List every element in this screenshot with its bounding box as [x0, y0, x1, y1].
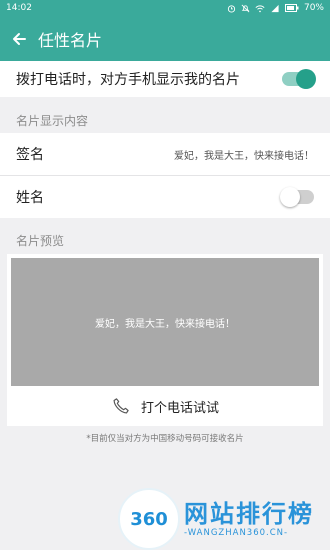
- watermark-title: 网站排行榜: [184, 500, 314, 528]
- watermark-url: -WANGZHAN360.CN-: [184, 528, 289, 538]
- alarm-icon: [227, 4, 236, 13]
- toggle-knob: [296, 69, 316, 89]
- name-label: 姓名: [16, 190, 44, 206]
- card-preview-text: 爱妃，我是大王，快来接电话！: [95, 318, 235, 330]
- battery-icon: [284, 4, 299, 12]
- signature-label: 签名: [16, 147, 44, 163]
- signal-icon: [271, 4, 279, 12]
- name-row[interactable]: 姓名: [0, 176, 330, 218]
- name-toggle[interactable]: [280, 187, 314, 207]
- footnote: *目前仅当对方为中国移动号码可接收名片: [86, 434, 244, 444]
- signature-value: 爱妃，我是大王，快来接电话！: [174, 150, 314, 162]
- silent-icon: [241, 4, 250, 12]
- status-icons: 70%: [227, 3, 324, 13]
- show-card-label: 拨打电话时，对方手机显示我的名片: [16, 72, 240, 88]
- back-button[interactable]: [0, 16, 38, 61]
- status-bar: 14:02 70%: [0, 0, 330, 16]
- page-title: 任性名片: [38, 30, 103, 50]
- wifi-icon: [255, 4, 265, 12]
- preview-section-header: 名片预览: [16, 234, 65, 248]
- show-card-toggle[interactable]: [282, 69, 316, 89]
- watermark-number: 360: [130, 508, 168, 530]
- battery-level: 70%: [303, 3, 324, 13]
- phone-icon: [113, 398, 129, 414]
- show-card-row[interactable]: 拨打电话时，对方手机显示我的名片: [0, 61, 330, 97]
- content-section-header: 名片显示内容: [16, 114, 89, 128]
- watermark-badge: 360: [118, 488, 180, 550]
- card-preview: 爱妃，我是大王，快来接电话！ 打个电话试试: [7, 254, 323, 426]
- call-test-label: 打个电话试试: [140, 400, 219, 416]
- watermark-logo: 360 网站排行榜 -WANGZHAN360.CN-: [118, 488, 330, 550]
- call-test-button[interactable]: 打个电话试试: [7, 386, 323, 426]
- status-time: 14:02: [6, 3, 32, 13]
- signature-row[interactable]: 签名 爱妃，我是大王，快来接电话！: [0, 133, 330, 175]
- toggle-knob: [280, 187, 300, 207]
- card-preview-image: 爱妃，我是大王，快来接电话！: [11, 258, 319, 386]
- title-bar: 任性名片: [0, 16, 330, 61]
- back-arrow-icon: [13, 32, 26, 45]
